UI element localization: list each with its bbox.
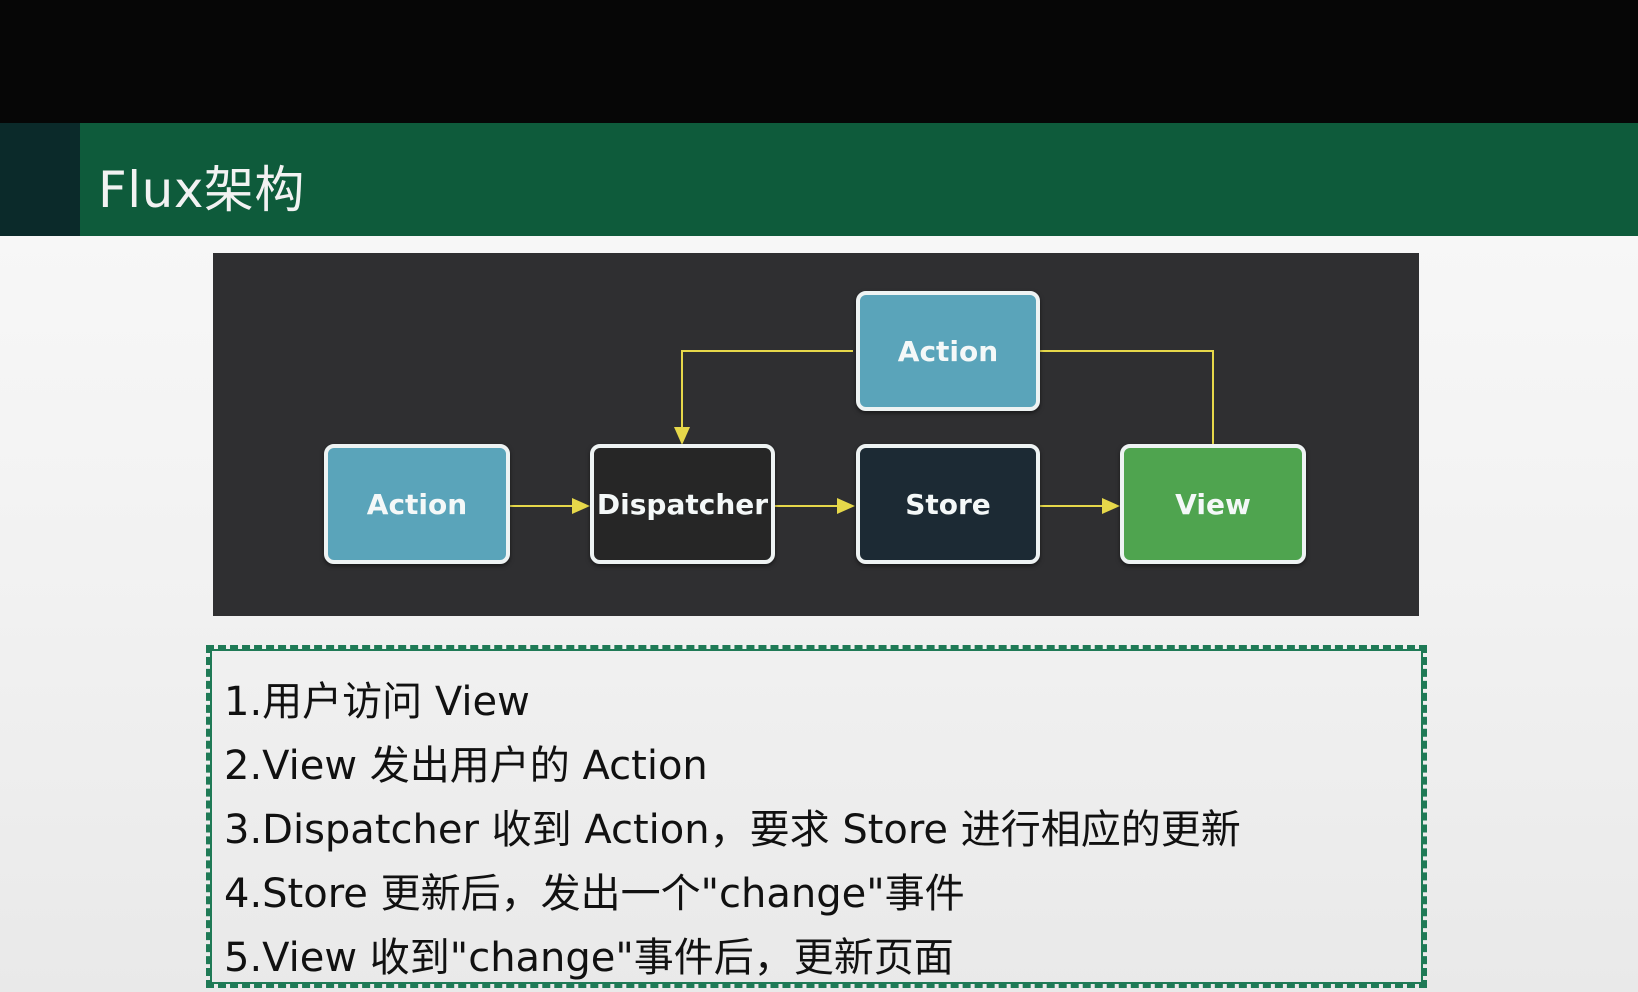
- node-view-label: View: [1175, 487, 1251, 521]
- line-view-to-action: [1040, 350, 1214, 448]
- slide: Flux架构 Action Action Dispatcher Store Vi…: [0, 0, 1638, 992]
- node-action-left: Action: [324, 444, 510, 564]
- step-2: 2.View 发出用户的 Action: [224, 743, 708, 789]
- node-dispatcher-label: Dispatcher: [596, 487, 769, 521]
- node-action-top: Action: [856, 291, 1040, 411]
- node-store: Store: [856, 444, 1040, 564]
- node-store-label: Store: [905, 487, 991, 521]
- steps-box: 1.用户访问 View 2.View 发出用户的 Action 3.Dispat…: [206, 645, 1427, 988]
- node-action-top-label: Action: [897, 334, 999, 368]
- step-3: 3.Dispatcher 收到 Action，要求 Store 进行相应的更新: [224, 807, 1241, 853]
- flux-diagram: Action Action Dispatcher Store View: [213, 253, 1419, 616]
- header-left-accent: [0, 123, 80, 236]
- node-view: View: [1120, 444, 1306, 564]
- node-action-left-label: Action: [366, 487, 468, 521]
- slide-title: Flux架构: [98, 161, 305, 219]
- node-dispatcher: Dispatcher: [590, 444, 775, 564]
- step-4: 4.Store 更新后，发出一个"change"事件: [224, 871, 965, 917]
- step-1: 1.用户访问 View: [224, 679, 530, 725]
- top-black-bar: [0, 0, 1638, 123]
- step-5: 5.View 收到"change"事件后，更新页面: [224, 935, 954, 981]
- arrow-action-top-to-dispatcher: [674, 350, 853, 445]
